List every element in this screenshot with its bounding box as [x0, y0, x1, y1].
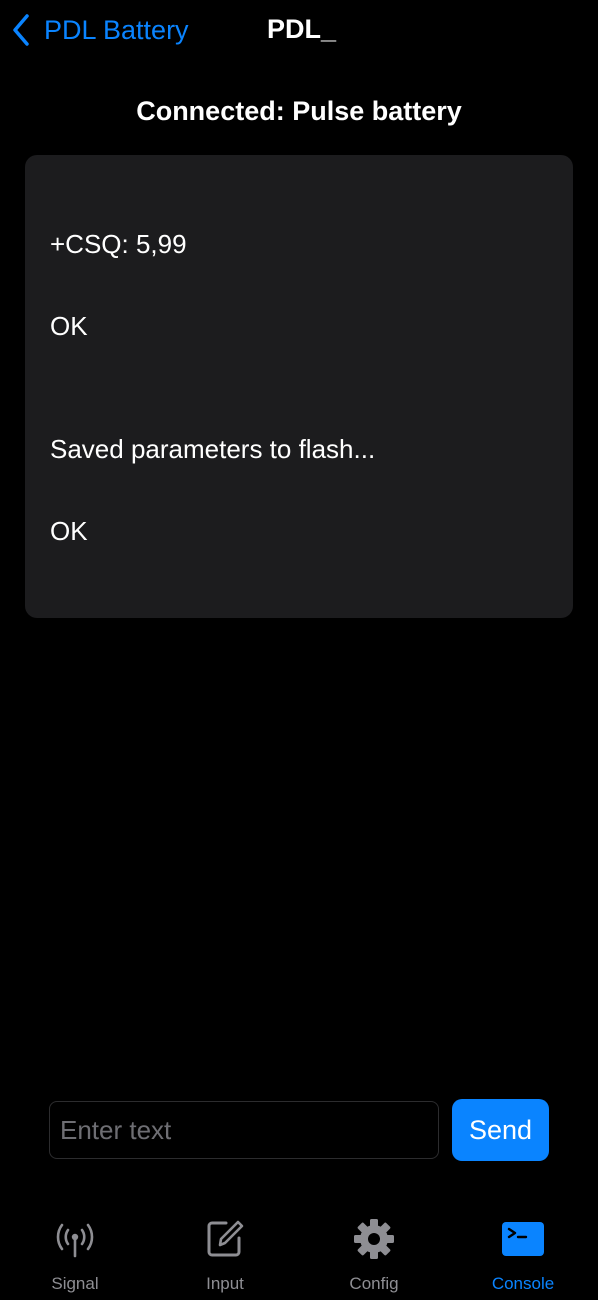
antenna-icon	[56, 1223, 94, 1258]
send-button[interactable]: Send	[452, 1099, 549, 1161]
tab-console[interactable]: Console	[463, 1210, 583, 1300]
tab-label: Signal	[51, 1274, 99, 1293]
back-button[interactable]: PDL Battery	[12, 10, 189, 50]
tab-label: Console	[491, 1274, 555, 1293]
tab-label: Input	[206, 1274, 244, 1293]
command-input-row: Send	[49, 1099, 549, 1161]
tab-config[interactable]: Config	[314, 1210, 434, 1300]
console-line: OK	[50, 516, 88, 546]
console-line: Saved parameters to flash...	[50, 434, 376, 464]
back-button-label: PDL Battery	[44, 14, 189, 45]
tab-input[interactable]: Input	[165, 1210, 285, 1300]
tab-signal[interactable]: Signal	[15, 1210, 135, 1300]
terminal-icon	[502, 1222, 544, 1256]
command-text-input[interactable]	[49, 1101, 439, 1159]
page-title: PDL_	[267, 14, 337, 44]
console-line: +CSQ: 5,99	[50, 229, 187, 259]
console-line: OK	[50, 311, 88, 341]
gear-icon	[354, 1219, 394, 1259]
console-output: +CSQ: 5,99 OK Saved parameters to flash.…	[25, 155, 573, 618]
tab-label: Config	[349, 1274, 399, 1293]
compose-icon	[207, 1220, 244, 1257]
connection-status: Connected: Pulse battery	[136, 96, 462, 126]
navigation-bar: PDL Battery PDL_	[0, 0, 598, 62]
tab-bar: Signal Input Config Console	[0, 1210, 598, 1300]
chevron-left-icon	[13, 14, 29, 46]
